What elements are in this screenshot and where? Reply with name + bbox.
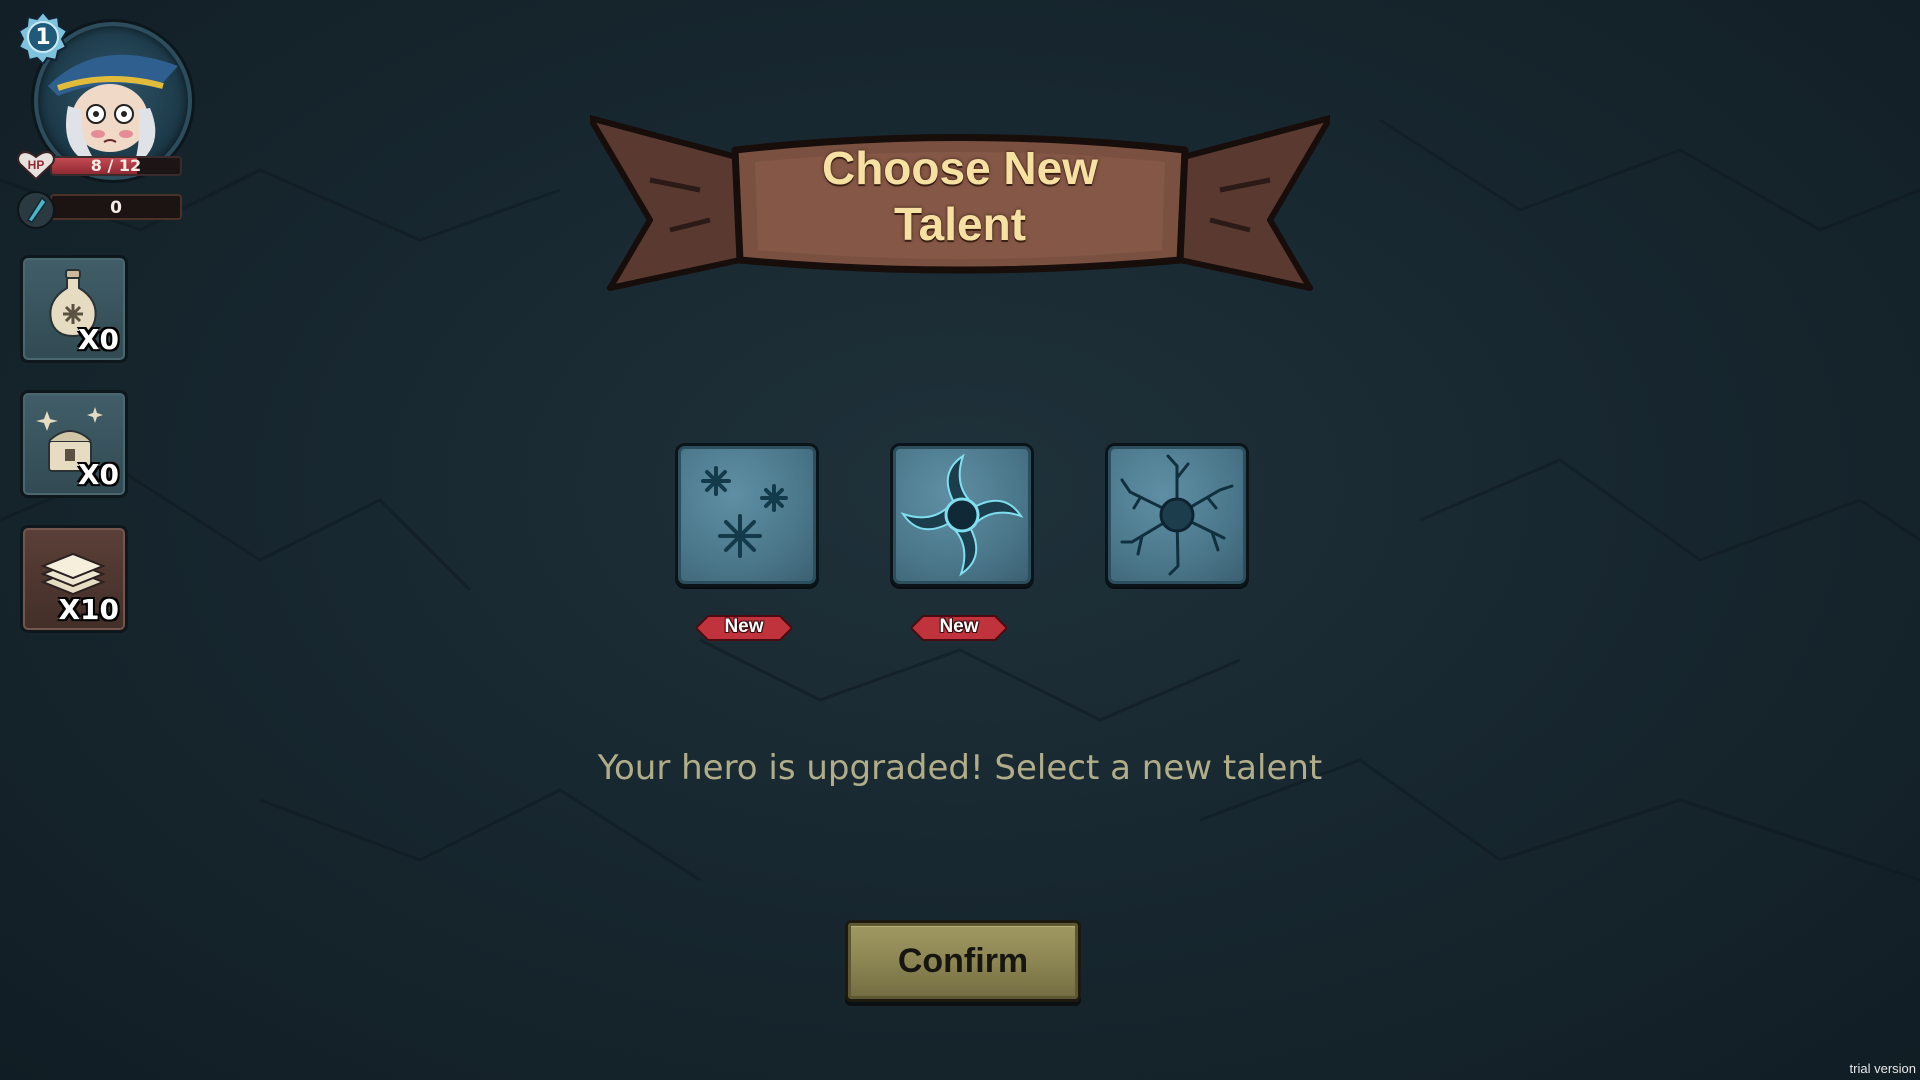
new-badge-text-1: New [724,616,764,637]
mana-value: 0 [110,198,122,218]
new-badge-text-2: New [939,616,979,637]
inventory-slot-potion[interactable]: X0 [20,255,128,363]
confirm-label: Confirm [897,941,1029,980]
confirm-button[interactable]: Confirm [845,920,1081,1002]
banner-title-line1: Choose New [821,142,1099,194]
chest-count: X0 [77,458,119,491]
upgrade-message: Your hero is upgraded! Select a new tale… [597,748,1323,788]
hero-panel: 1 8 / 12 HP 0 [16,10,192,229]
mana-row: 0 [16,190,186,229]
inventory-slot-cards[interactable]: X10 [20,525,128,633]
heart-icon: HP [17,151,55,180]
hero-level: 1 [35,24,51,50]
hp-row: 8 / 12 HP [16,150,186,180]
new-badge-1: New [696,610,792,646]
banner-title-line2: Talent [893,198,1027,250]
crystal-icon [17,191,55,229]
talent-option-2[interactable] [890,443,1034,587]
mana-bar: 0 [50,194,182,220]
new-badge-2: New [911,610,1007,646]
snowflakes-icon [701,466,788,558]
talent-option-3[interactable] [1105,443,1249,587]
vortex-icon [900,453,1024,577]
level-badge: 1 [16,10,70,64]
shatter-icon [1120,454,1234,576]
cards-count: X10 [58,593,119,626]
talent-option-1[interactable] [675,443,819,587]
banner-title: Choose New Talent [740,140,1180,252]
potion-count: X0 [77,323,119,356]
trial-watermark: trial version [1849,1061,1916,1076]
hp-bar: 8 / 12 [50,156,182,176]
inventory-slot-chest[interactable]: X0 [20,390,128,498]
title-banner: Choose New Talent [587,110,1333,300]
hp-value: 8 / 12 [90,156,142,175]
hp-label: HP [28,158,45,172]
